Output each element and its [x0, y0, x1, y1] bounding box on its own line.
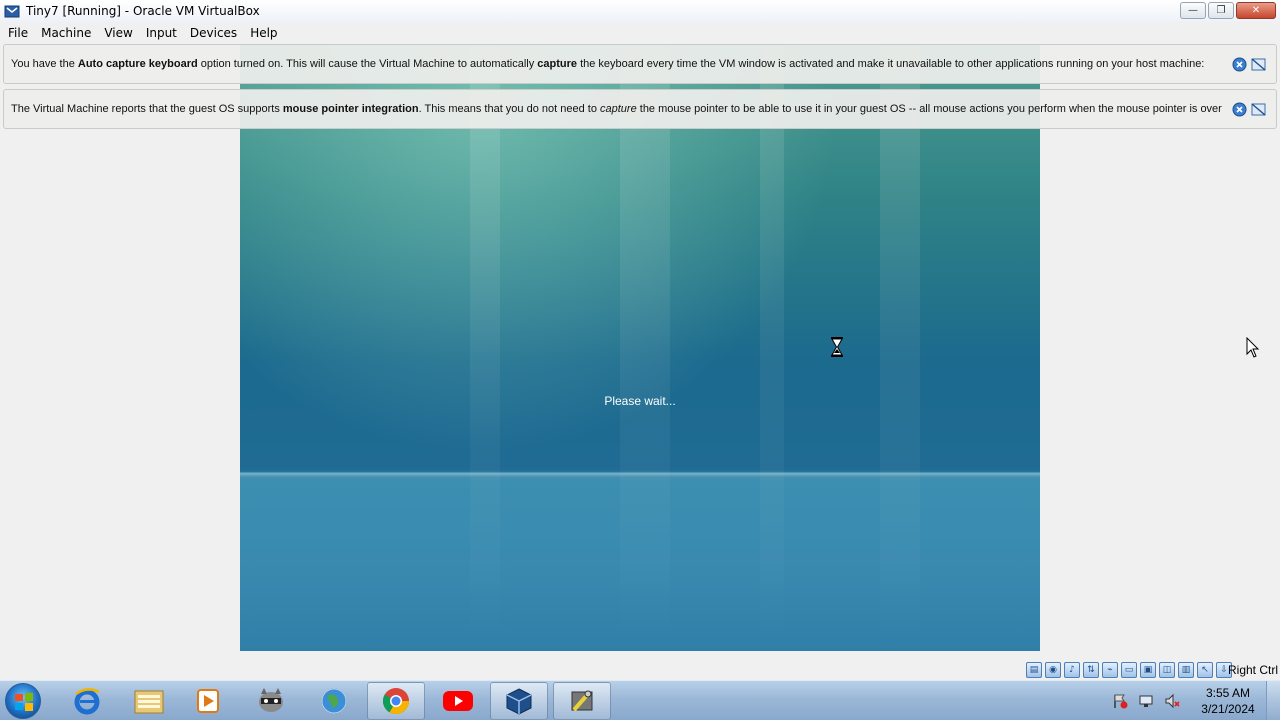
notification-message: The Virtual Machine reports that the gue…: [11, 103, 1229, 115]
taskbar-youtube[interactable]: [429, 682, 487, 720]
light-ray: [470, 45, 500, 651]
window-controls: — ❐ ✕: [1180, 2, 1276, 19]
menu-machine[interactable]: Machine: [36, 24, 96, 42]
menu-input[interactable]: Input: [141, 24, 182, 42]
taskbar-globe-app[interactable]: [305, 682, 363, 720]
virtualbox-icon: [506, 688, 532, 715]
vm-display[interactable]: Please wait...: [240, 45, 1040, 651]
host-key-label: Right Ctrl: [1227, 663, 1278, 677]
vm-status-bar: ▤ ◉ ♪ ⇅ ⌁ ▭ ▣ ◫ ▥ ↖ ⇩ Right Ctrl: [0, 660, 1280, 680]
volume-muted-icon[interactable]: [1164, 693, 1180, 709]
windows-logo-icon: [15, 693, 33, 711]
notification-message: You have the Auto capture keyboard optio…: [11, 58, 1229, 70]
close-notification-icon[interactable]: [1232, 57, 1247, 72]
status-icons: ▤ ◉ ♪ ⇅ ⌁ ▭ ▣ ◫ ▥ ↖ ⇩: [1026, 662, 1232, 678]
notification-emphasis: capture: [537, 58, 578, 70]
video-capture-icon[interactable]: ◫: [1159, 662, 1175, 678]
light-ray: [880, 45, 920, 651]
taskbar-internet-explorer[interactable]: [58, 682, 116, 720]
mouse-pointer-icon: [1246, 337, 1260, 358]
notification-text: option turned on. This will cause the Vi…: [197, 58, 538, 70]
menu-devices[interactable]: Devices: [185, 24, 242, 42]
notification-buttons: [1232, 102, 1266, 117]
notification-buttons: [1232, 57, 1266, 72]
close-notification-icon[interactable]: [1232, 102, 1247, 117]
chrome-icon: [382, 688, 410, 715]
network-tray-icon[interactable]: [1138, 693, 1154, 709]
start-button[interactable]: [5, 683, 41, 719]
window-titlebar: Tiny7 [Running] - Oracle VM VirtualBox —…: [0, 0, 1280, 22]
internet-explorer-icon: [74, 688, 100, 715]
taskbar-media-player[interactable]: [179, 682, 237, 720]
mouse-integration-icon[interactable]: ↖: [1197, 662, 1213, 678]
system-tray: 3:55 AM 3/21/2024: [1112, 681, 1280, 720]
notification-text: the mouse pointer to be able to use it i…: [636, 103, 1222, 115]
clock-time: 3:55 AM: [1205, 686, 1251, 700]
suppress-notification-icon[interactable]: [1251, 102, 1266, 117]
show-desktop-button[interactable]: [1266, 681, 1280, 720]
mouse-integration-notification: The Virtual Machine reports that the gue…: [3, 89, 1277, 129]
window-title: Tiny7 [Running] - Oracle VM VirtualBox: [26, 4, 260, 18]
notification-text: The Virtual Machine reports that the gue…: [11, 103, 283, 115]
suppress-notification-icon[interactable]: [1251, 57, 1266, 72]
wrench-icon: [571, 690, 593, 712]
taskbar-wrench-app[interactable]: [553, 682, 611, 720]
notification-text: You have the: [11, 58, 78, 70]
usb-icon[interactable]: ⌁: [1102, 662, 1118, 678]
menu-file[interactable]: File: [3, 24, 33, 42]
shared-folders-icon[interactable]: ▭: [1121, 662, 1137, 678]
notification-text: . This means that you do not need to: [418, 103, 600, 115]
media-player-icon: [197, 689, 219, 713]
menu-view[interactable]: View: [99, 24, 137, 42]
notification-emphasis: Auto capture keyboard: [77, 58, 198, 70]
restore-button[interactable]: ❐: [1208, 2, 1234, 19]
taskbar-windows-explorer[interactable]: [120, 682, 178, 720]
windows-taskbar: 3:55 AM 3/21/2024: [0, 680, 1280, 720]
taskbar-virtualbox[interactable]: [490, 682, 548, 720]
raccoon-icon: [259, 688, 283, 712]
notification-emphasis: mouse pointer integration: [282, 103, 419, 115]
audio-icon[interactable]: ♪: [1064, 662, 1080, 678]
close-button[interactable]: ✕: [1236, 2, 1276, 19]
light-ray: [620, 45, 670, 651]
light-ray: [760, 45, 784, 651]
taskbar-clock[interactable]: 3:55 AM 3/21/2024: [1190, 685, 1266, 717]
hourglass-cursor-icon: [831, 337, 843, 357]
cpu-icon[interactable]: ▥: [1178, 662, 1194, 678]
optical-drive-icon[interactable]: ◉: [1045, 662, 1061, 678]
globe-icon: [321, 688, 347, 714]
network-icon[interactable]: ⇅: [1083, 662, 1099, 678]
display-icon[interactable]: ▣: [1140, 662, 1156, 678]
youtube-icon: [443, 691, 473, 711]
action-center-flag-icon[interactable]: [1112, 693, 1128, 709]
please-wait-text: Please wait...: [604, 394, 676, 408]
taskbar-chrome[interactable]: [367, 682, 425, 720]
minimize-button[interactable]: —: [1180, 2, 1206, 19]
hard-disk-icon[interactable]: ▤: [1026, 662, 1042, 678]
notification-emphasis: capture: [600, 103, 637, 115]
virtualbox-app-icon: [4, 5, 20, 18]
folder-icon: [134, 690, 164, 714]
clock-date: 3/21/2024: [1201, 702, 1255, 716]
notification-text: the keyboard every time the VM window is…: [577, 58, 1205, 70]
menu-bar: File Machine View Input Devices Help: [0, 22, 1280, 43]
keyboard-capture-notification: You have the Auto capture keyboard optio…: [3, 44, 1277, 84]
menu-help[interactable]: Help: [245, 24, 282, 42]
taskbar-raccoon-app[interactable]: [242, 682, 300, 720]
